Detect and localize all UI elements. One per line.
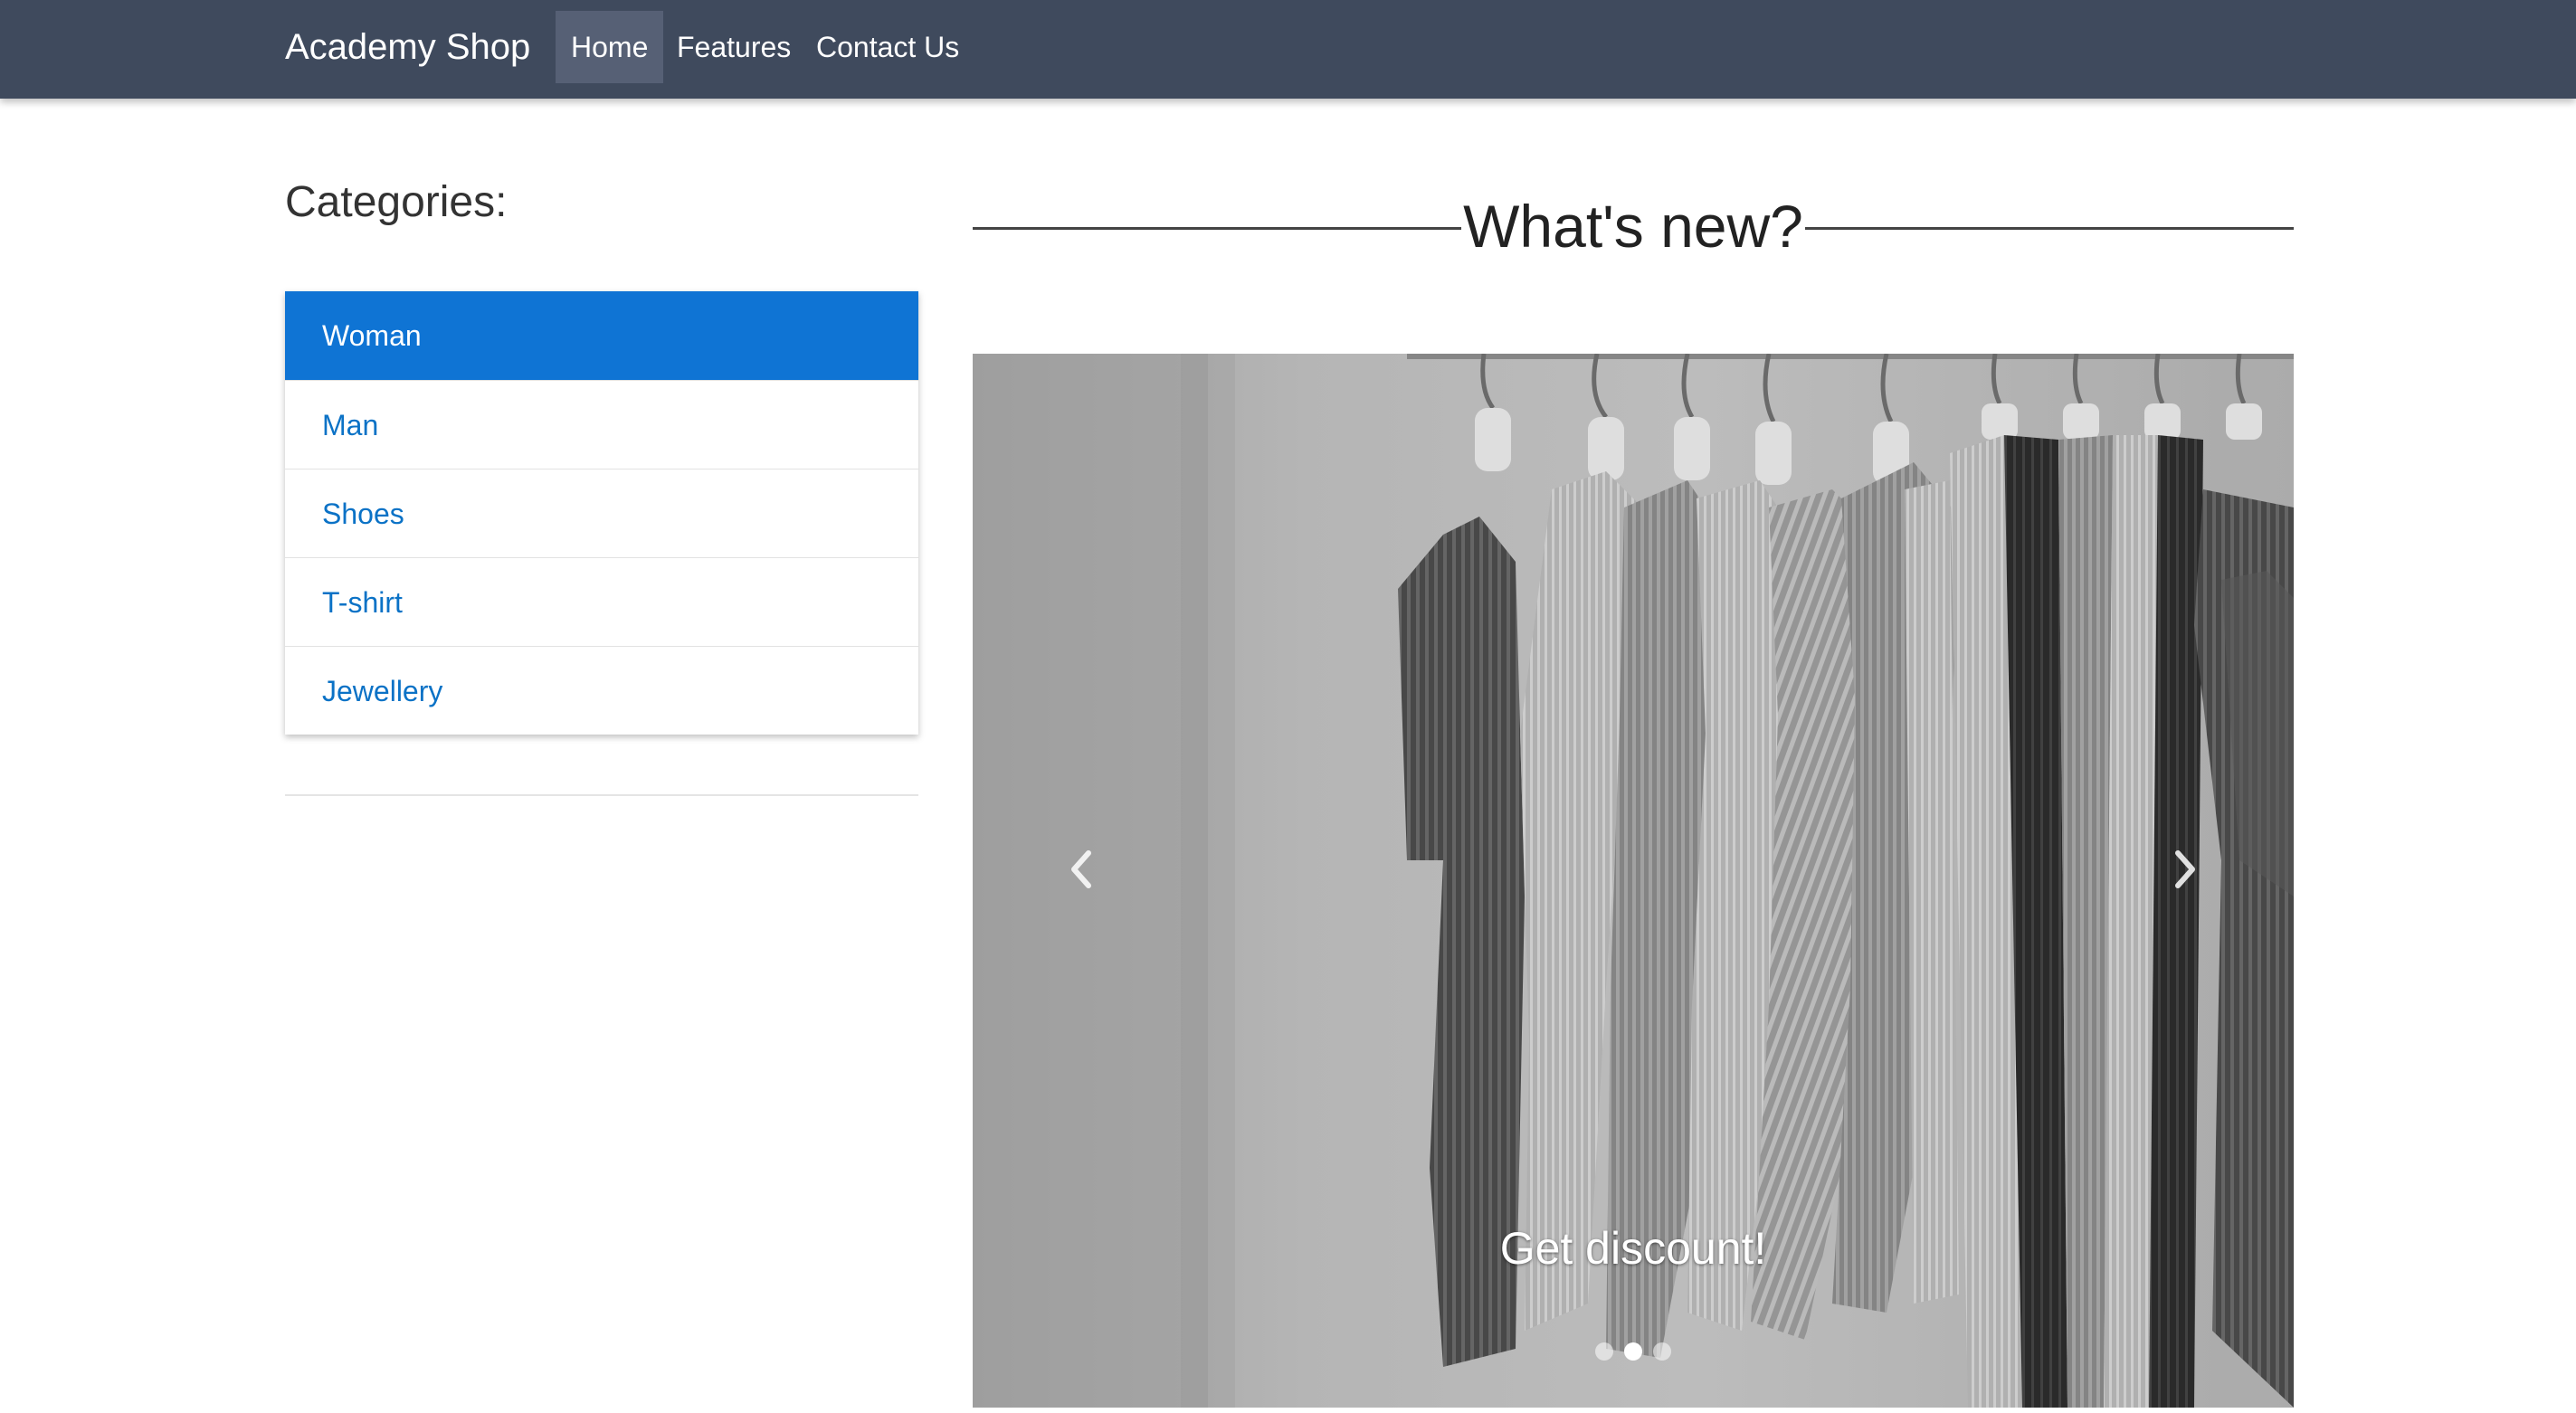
category-item-shoes[interactable]: Shoes (285, 469, 918, 557)
heading-rule-right (1805, 227, 2294, 230)
carousel-prev-button[interactable] (1054, 833, 1108, 906)
carousel-indicator-1[interactable] (1595, 1342, 1613, 1361)
category-item-jewellery[interactable]: Jewellery (285, 646, 918, 735)
heading-rule-left (973, 227, 1461, 230)
featured-carousel[interactable]: Get discount! (973, 354, 2294, 1408)
categories-heading: Categories: (285, 178, 508, 226)
sidebar-divider (285, 794, 918, 796)
category-item-woman[interactable]: Woman (285, 291, 918, 380)
nav-item-contact-us[interactable]: Contact Us (801, 11, 974, 83)
carousel-indicators (973, 1342, 2294, 1361)
carousel-indicator-3[interactable] (1653, 1342, 1671, 1361)
carousel-caption: Get discount! (1499, 1223, 1767, 1274)
whats-new-heading: What's new? (1463, 193, 1803, 260)
category-item-man[interactable]: Man (285, 380, 918, 469)
carousel-next-button[interactable] (2158, 833, 2212, 906)
nav-item-features[interactable]: Features (661, 11, 806, 83)
brand-logo-text[interactable]: Academy Shop (285, 0, 530, 99)
category-item-t-shirt[interactable]: T-shirt (285, 557, 918, 646)
carousel-indicator-2[interactable] (1624, 1342, 1642, 1361)
nav-item-home[interactable]: Home (556, 11, 664, 83)
chevron-left-icon (1071, 850, 1091, 888)
top-navbar: Academy Shop Home Features Contact Us (0, 0, 2576, 99)
chevron-right-icon (2175, 850, 2195, 888)
category-list: Woman Man Shoes T-shirt Jewellery (285, 291, 918, 735)
